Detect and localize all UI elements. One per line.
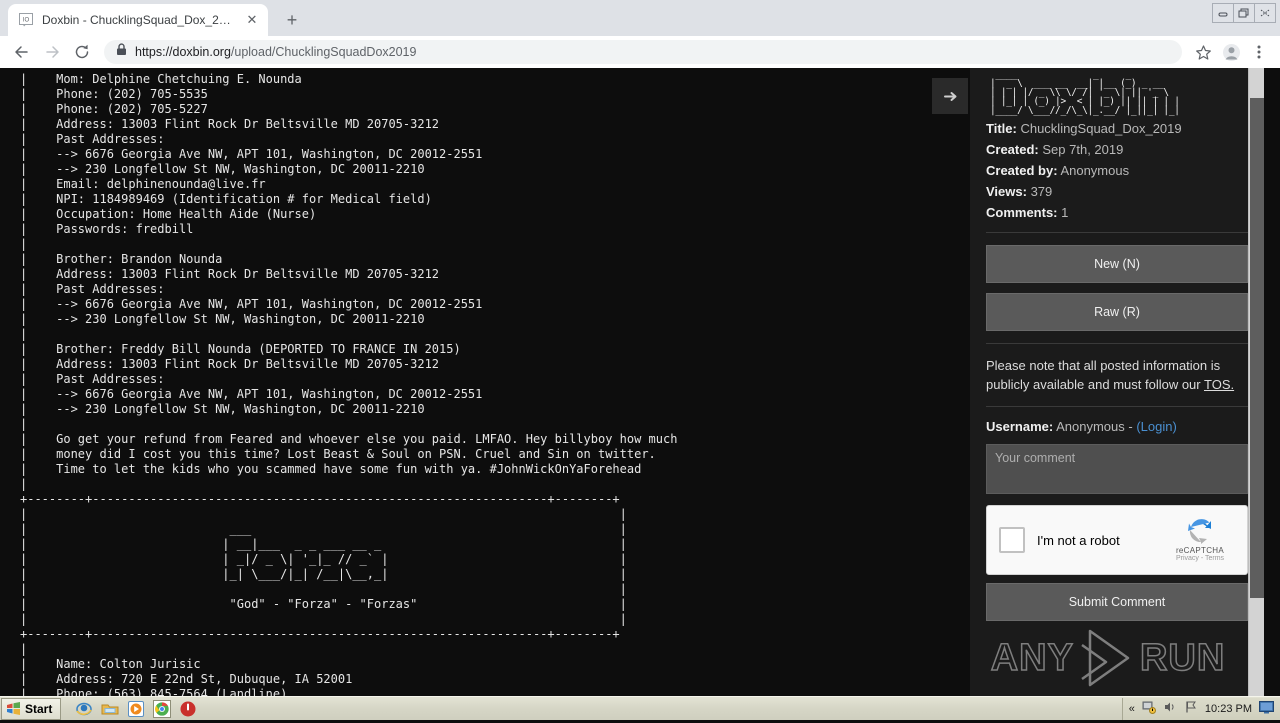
lock-icon <box>116 43 127 61</box>
recaptcha-brand: reCAPTCHA Privacy - Terms <box>1165 518 1235 562</box>
window-controls <box>1212 3 1276 23</box>
meta-comments: Comments: 1 <box>986 205 1248 220</box>
windows-logo-icon <box>7 702 20 715</box>
meta-views-key: Views: <box>986 184 1027 199</box>
tos-notice: Please note that all posted information … <box>986 356 1248 394</box>
meta-created-key: Created: <box>986 142 1039 157</box>
meta-title-value: ChucklingSquad_Dox_2019 <box>1020 121 1182 136</box>
username-value: Anonymous <box>1056 419 1125 434</box>
system-tray: « 10:23 PM <box>1121 697 1280 720</box>
recaptcha-name: reCAPTCHA <box>1175 546 1225 555</box>
svg-text:IO: IO <box>23 18 30 24</box>
browser-toolbar: https://doxbin.org/upload/ChucklingSquad… <box>0 36 1280 68</box>
tos-link[interactable]: TOS. <box>1204 377 1234 392</box>
taskbar: Start « 10:23 PM <box>0 696 1280 720</box>
divider <box>986 406 1248 407</box>
recaptcha-label: I'm not a robot <box>1037 532 1120 548</box>
forward-button[interactable] <box>38 38 66 66</box>
meta-created: Created: Sep 7th, 2019 <box>986 142 1248 157</box>
scroll-top-button[interactable] <box>932 78 968 114</box>
meta-title: Title: ChucklingSquad_Dox_2019 <box>986 121 1248 136</box>
new-tab-button[interactable]: + <box>278 6 306 34</box>
close-button[interactable] <box>1254 3 1276 23</box>
recaptcha-terms[interactable]: Privacy - Terms <box>1165 555 1235 562</box>
paste-text: | Mom: Delphine Chetchuing E. Nounda | P… <box>20 72 678 696</box>
back-button[interactable] <box>8 38 36 66</box>
recaptcha-logo-icon <box>1165 518 1235 546</box>
divider <box>986 232 1248 233</box>
meta-created-by-value: Anonymous <box>1060 163 1130 178</box>
meta-views-value: 379 <box>1030 184 1053 199</box>
raw-view-button[interactable]: Raw (R) <box>986 293 1248 331</box>
new-paste-button[interactable]: New (N) <box>986 245 1248 283</box>
paste-content: | Mom: Delphine Chetchuing E. Nounda | P… <box>0 68 925 696</box>
chrome-icon[interactable] <box>153 699 172 718</box>
recaptcha-widget[interactable]: I'm not a robot reCAPTCHA Privacy - Term… <box>986 505 1248 575</box>
media-player-icon[interactable] <box>127 700 145 718</box>
tab-title: Doxbin - ChucklingSquad_Dox_2019 <box>42 13 236 27</box>
sidebar: ____ _ _ | _ \ ___ __ __| |__ (_) _ __ |… <box>970 68 1264 696</box>
tray-expand-icon[interactable]: « <box>1129 703 1135 715</box>
meta-comments-value: 1 <box>1061 205 1069 220</box>
doxbin-favicon: IO <box>18 12 34 28</box>
comment-input[interactable] <box>986 444 1248 494</box>
avatar-icon[interactable] <box>1218 39 1244 65</box>
clock[interactable]: 10:23 PM <box>1205 703 1252 715</box>
flag-icon[interactable] <box>1184 700 1198 717</box>
meta-views: Views: 379 <box>986 184 1248 199</box>
tab-strip: IO Doxbin - ChucklingSquad_Dox_2019 ✕ + <box>0 0 1280 36</box>
username-separator: - <box>1124 419 1137 434</box>
page-viewport: | Mom: Delphine Chetchuing E. Nounda | P… <box>0 68 1280 696</box>
meta-created-by: Created by: Anonymous <box>986 163 1248 178</box>
submit-comment-button[interactable]: Submit Comment <box>986 583 1248 621</box>
quick-launch-bar <box>75 699 197 718</box>
username-row: Username: Anonymous - (Login) <box>986 419 1248 434</box>
meta-title-key: Title: <box>986 121 1017 136</box>
address-bar-url: https://doxbin.org/upload/ChucklingSquad… <box>135 45 417 59</box>
star-icon[interactable] <box>1190 39 1216 65</box>
recaptcha-checkbox[interactable] <box>999 527 1025 553</box>
browser-window: IO Doxbin - ChucklingSquad_Dox_2019 ✕ + <box>0 0 1280 696</box>
folder-icon[interactable] <box>101 700 119 718</box>
meta-created-value: Sep 7th, 2019 <box>1042 142 1124 157</box>
start-button[interactable]: Start <box>1 697 62 720</box>
start-label: Start <box>25 701 53 716</box>
page-scrollbar[interactable] <box>1248 68 1264 696</box>
doxbin-logo-ascii: ____ _ _ | _ \ ___ __ __| |__ (_) _ __ |… <box>990 69 1180 116</box>
tab-close-icon[interactable]: ✕ <box>244 12 260 28</box>
network-icon[interactable] <box>1142 700 1156 717</box>
reload-button[interactable] <box>68 38 96 66</box>
minimize-button[interactable] <box>1212 3 1234 23</box>
shutdown-icon[interactable] <box>179 700 197 718</box>
username-key: Username: <box>986 419 1054 434</box>
internet-explorer-icon[interactable] <box>75 700 93 718</box>
browser-tab[interactable]: IO Doxbin - ChucklingSquad_Dox_2019 ✕ <box>8 4 268 36</box>
restore-button[interactable] <box>1233 3 1255 23</box>
meta-comments-key: Comments: <box>986 205 1058 220</box>
address-bar[interactable]: https://doxbin.org/upload/ChucklingSquad… <box>104 40 1182 64</box>
login-link[interactable]: (Login) <box>1136 419 1176 434</box>
meta-created-by-key: Created by: <box>986 163 1058 178</box>
page-scroll-area: | Mom: Delphine Chetchuing E. Nounda | P… <box>0 68 1264 696</box>
volume-icon[interactable] <box>1163 700 1177 717</box>
tos-notice-text: Please note that all posted information … <box>986 358 1221 392</box>
kebab-menu-icon[interactable] <box>1246 39 1272 65</box>
display-icon[interactable] <box>1259 700 1274 717</box>
divider <box>986 343 1248 344</box>
page-scrollbar-thumb[interactable] <box>1250 98 1264 598</box>
